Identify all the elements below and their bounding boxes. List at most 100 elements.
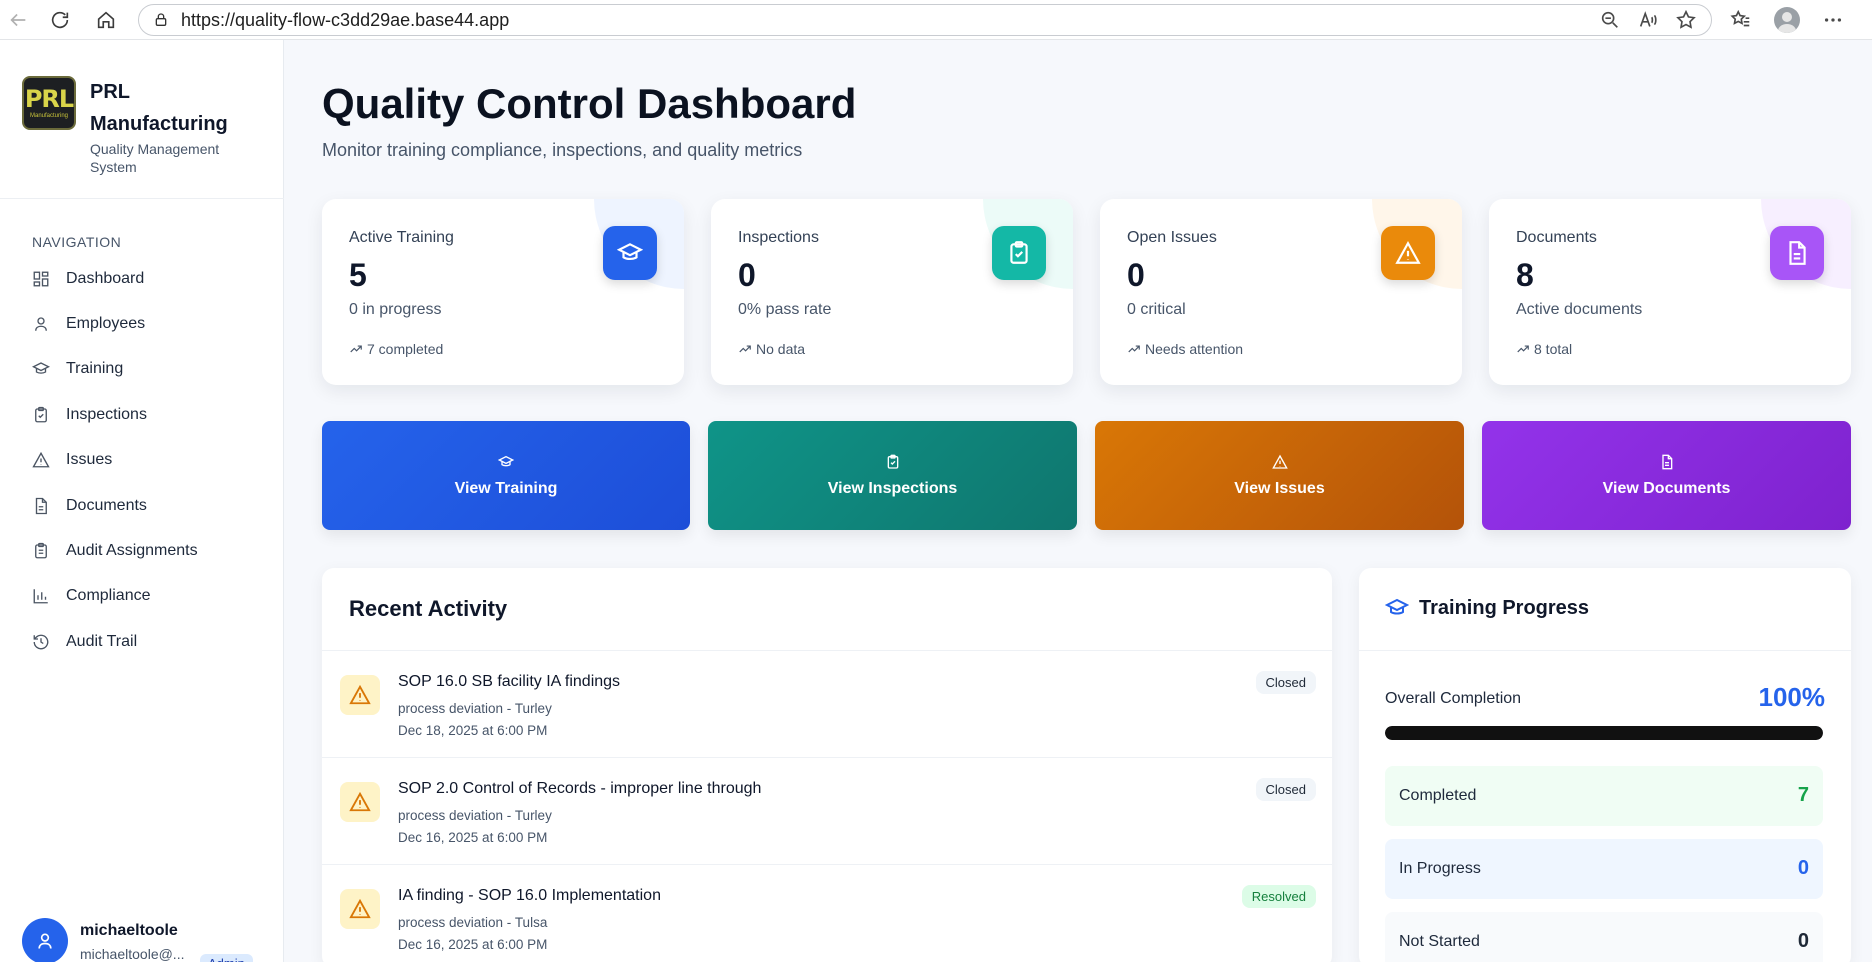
brand-subtitle: Quality Management System <box>90 141 220 175</box>
sidebar-item-label: Audit Assignments <box>66 542 198 560</box>
user-name: michaeltoole <box>80 922 178 939</box>
activity-date: Dec 16, 2025 at 6:00 PM <box>398 937 548 952</box>
browser-toolbar: https://quality-flow-c3dd29ae.base44.app <box>0 0 1872 40</box>
stat-label: Documents <box>1516 229 1597 246</box>
zoom-icon[interactable] <box>1599 9 1621 31</box>
stat-icon-box <box>1381 226 1435 280</box>
sidebar-item-dashboard[interactable]: Dashboard <box>32 256 198 301</box>
activity-icon-box <box>340 782 380 822</box>
profile-icon[interactable] <box>1774 7 1800 33</box>
sidebar-item-audit-trail[interactable]: Audit Trail <box>32 619 198 664</box>
user-profile[interactable]: michaeltoole michaeltoole@... Admin <box>22 918 253 962</box>
progress-bar-fill <box>1385 726 1823 740</box>
lock-icon <box>155 13 167 26</box>
sidebar-item-training[interactable]: Training <box>32 347 198 392</box>
user-icon <box>38 933 52 949</box>
bar-chart-icon <box>33 589 48 604</box>
list-item[interactable]: IA finding - SOP 16.0 Implementation pro… <box>322 865 1332 962</box>
back-icon[interactable] <box>0 2 36 38</box>
brand-name: PRL Manufacturing <box>90 81 228 135</box>
row-value: 0 <box>1797 857 1809 879</box>
sidebar-item-issues[interactable]: Issues <box>32 438 198 483</box>
panel-title: Training Progress <box>1385 596 1589 620</box>
overall-completion-label: Overall Completion <box>1385 690 1522 707</box>
nav-heading: NAVIGATION <box>32 234 122 250</box>
view-issues-button[interactable]: View Issues <box>1095 421 1464 530</box>
reload-icon[interactable] <box>42 2 78 38</box>
view-documents-button[interactable]: View Documents <box>1482 421 1851 530</box>
row-value: 0 <box>1797 930 1809 952</box>
stat-card-open-issues: Open Issues 0 0 critical Needs attention <box>1100 199 1462 385</box>
more-options-icon[interactable] <box>1822 9 1844 31</box>
avatar <box>22 918 68 962</box>
stat-card-active-training: Active Training 5 0 in progress 7 comple… <box>322 199 684 385</box>
trending-up-icon <box>1128 345 1140 353</box>
page-subtitle: Monitor training compliance, inspections… <box>322 140 803 160</box>
overall-completion-value: 100% <box>1758 682 1826 712</box>
address-bar[interactable]: https://quality-flow-c3dd29ae.base44.app <box>138 4 1712 36</box>
alert-triangle-icon <box>349 898 371 919</box>
stat-card-inspections: Inspections 0 0% pass rate No data <box>711 199 1073 385</box>
list-item[interactable]: SOP 16.0 SB facility IA findings process… <box>322 651 1332 758</box>
stat-card-documents: Documents 8 Active documents 8 total <box>1489 199 1851 385</box>
alert-triangle-icon <box>349 791 371 812</box>
sidebar-item-compliance[interactable]: Compliance <box>32 574 198 619</box>
trending-up-icon <box>1517 345 1529 353</box>
view-training-button[interactable]: View Training <box>322 421 690 530</box>
sidebar-item-label: Documents <box>66 496 147 514</box>
clipboard-check-icon <box>35 406 47 423</box>
status-badge: Closed <box>1255 778 1316 801</box>
page-title: Quality Control Dashboard <box>322 80 857 127</box>
in-progress-row: In Progress 0 <box>1385 839 1823 899</box>
clipboard-check-icon <box>887 454 898 469</box>
sidebar-item-inspections[interactable]: Inspections <box>32 392 198 437</box>
sidebar-item-employees[interactable]: Employees <box>32 301 198 346</box>
file-text-icon <box>1661 454 1672 469</box>
list-item[interactable]: SOP 2.0 Control of Records - improper li… <box>322 758 1332 865</box>
url-text: https://quality-flow-c3dd29ae.base44.app <box>181 9 510 30</box>
history-icon <box>33 634 49 650</box>
not-started-row: Not Started 0 <box>1385 912 1823 962</box>
stat-label: Open Issues <box>1127 229 1217 246</box>
sidebar-item-label: Training <box>66 360 124 378</box>
row-value: 7 <box>1797 784 1809 806</box>
read-aloud-icon[interactable] <box>1637 9 1659 31</box>
sidebar-item-label: Audit Trail <box>66 632 138 650</box>
activity-icon-box <box>340 889 380 929</box>
role-badge: Admin <box>200 954 253 962</box>
home-icon[interactable] <box>88 2 124 38</box>
activity-title: IA finding - SOP 16.0 Implementation <box>398 887 661 904</box>
favorites-icon[interactable] <box>1730 9 1752 31</box>
graduation-cap-icon <box>617 243 643 261</box>
row-label: Completed <box>1399 787 1477 804</box>
alert-triangle-icon <box>32 452 50 468</box>
sidebar-item-label: Dashboard <box>66 269 145 287</box>
activity-title: SOP 16.0 SB facility IA findings <box>398 673 621 690</box>
favorite-star-icon[interactable] <box>1675 9 1697 31</box>
stat-trend: 7 completed <box>349 341 443 357</box>
graduation-cap-icon <box>1385 598 1409 615</box>
sidebar-item-audit-assignments[interactable]: Audit Assignments <box>32 528 198 573</box>
sidebar-item-label: Employees <box>66 315 146 333</box>
status-badge: Closed <box>1255 671 1316 694</box>
graduation-cap-icon <box>32 362 50 375</box>
stat-sub: Active documents <box>1516 301 1643 318</box>
row-label: Not Started <box>1399 933 1480 950</box>
alert-triangle-icon <box>349 684 371 705</box>
status-badge: Resolved <box>1241 885 1316 908</box>
view-inspections-button[interactable]: View Inspections <box>708 421 1077 530</box>
stat-label: Active Training <box>349 229 454 246</box>
stat-trend: 8 total <box>1516 341 1572 357</box>
brand[interactable]: PRL Manufacturing PRL Manufacturing Qual… <box>22 76 250 176</box>
stat-label: Inspections <box>738 229 819 246</box>
stat-sub: 0 in progress <box>349 301 442 318</box>
stat-sub: 0% pass rate <box>738 301 832 318</box>
panel-divider <box>1359 650 1851 651</box>
user-email: michaeltoole@... <box>80 946 185 962</box>
sidebar-item-documents[interactable]: Documents <box>32 483 198 528</box>
row-label: In Progress <box>1399 860 1481 877</box>
company-logo: PRL Manufacturing <box>22 76 76 130</box>
activity-meta: process deviation - Turley <box>398 701 552 716</box>
trending-up-icon <box>739 345 751 353</box>
sidebar: PRL Manufacturing PRL Manufacturing Qual… <box>0 40 284 962</box>
